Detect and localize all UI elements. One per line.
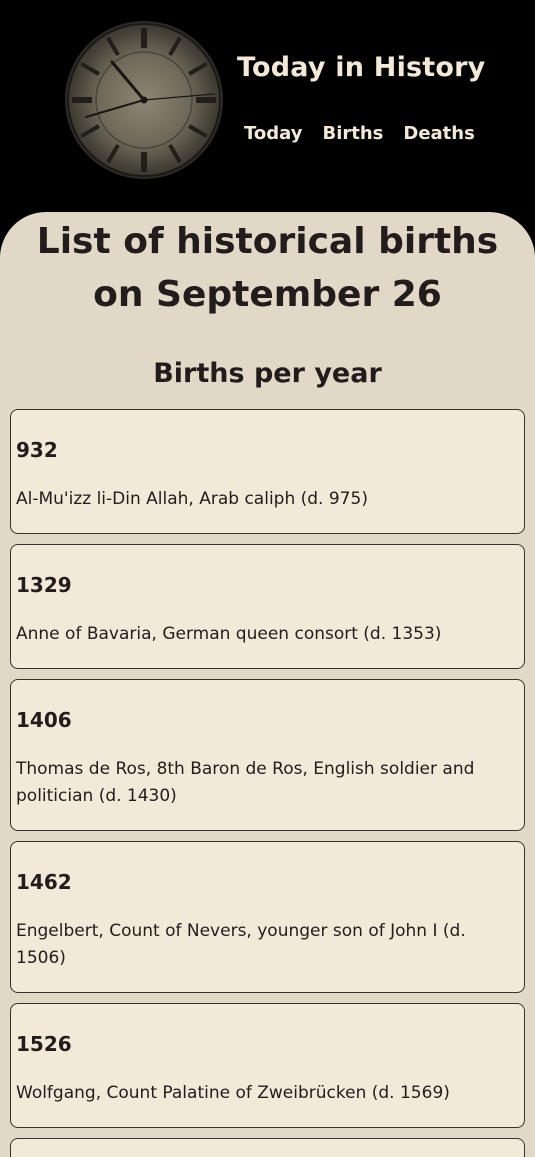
birth-year: 1329 [16,573,72,597]
nav-today-link[interactable]: Today [244,123,302,144]
birth-description: Thomas de Ros, 8th Baron de Ros, English… [16,759,475,806]
birth-year: 1462 [16,870,72,894]
births-list: 932 Al-Mu'izz li-Din Allah, Arab caliph … [10,409,525,1157]
nav-births-link[interactable]: Births [322,123,383,144]
site-title[interactable]: Today in History [237,52,485,83]
birth-card: 932 Al-Mu'izz li-Din Allah, Arab caliph … [10,409,525,534]
birth-card: 1406 Thomas de Ros, 8th Baron de Ros, En… [10,679,525,831]
birth-card: 1329 Anne of Bavaria, German queen conso… [10,544,525,669]
birth-card [10,1138,525,1157]
section-title: Births per year [153,358,382,389]
page-title: List of historical births on September 2… [36,221,499,315]
site-header: Today in History Today Births Deaths [0,0,535,215]
main-content: List of historical births on September 2… [0,212,535,1157]
birth-year: 1406 [16,708,72,732]
birth-description: Al-Mu'izz li-Din Allah, Arab caliph (d. … [16,489,368,509]
clock-icon[interactable] [64,20,224,180]
birth-card: 1462 Engelbert, Count of Nevers, younger… [10,841,525,993]
birth-description: Anne of Bavaria, German queen consort (d… [16,624,442,644]
birth-description: Engelbert, Count of Nevers, younger son … [16,921,466,968]
main-nav: Today Births Deaths [244,123,475,144]
birth-card: 1526 Wolfgang, Count Palatine of Zweibrü… [10,1003,525,1128]
nav-deaths-link[interactable]: Deaths [403,123,474,144]
birth-description: Wolfgang, Count Palatine of Zweibrücken … [16,1083,450,1103]
birth-year: 1526 [16,1032,72,1056]
birth-year: 932 [16,438,58,462]
